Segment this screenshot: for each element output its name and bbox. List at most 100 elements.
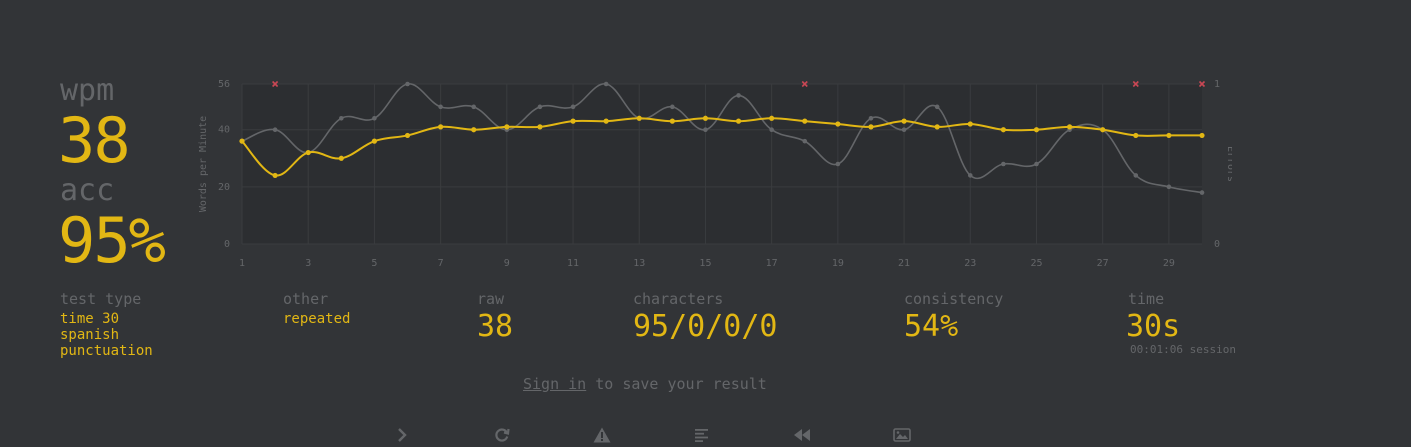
raw-data-point xyxy=(1166,184,1172,190)
restart-test-button[interactable] xyxy=(488,424,516,446)
raw-data-point xyxy=(1034,161,1039,167)
x-tick-label: 29 xyxy=(1163,258,1175,269)
sign-in-prompt: Sign in to save your result xyxy=(523,375,767,393)
align-left-icon xyxy=(695,429,708,442)
raw-data-point xyxy=(802,138,808,144)
x-tick-label: 23 xyxy=(964,258,976,269)
x-tick-label: 25 xyxy=(1030,258,1042,269)
save-screenshot-button[interactable] xyxy=(888,424,916,446)
raw-data-point xyxy=(1133,173,1139,178)
chevron-right-icon xyxy=(398,428,407,442)
wpm-data-point xyxy=(669,118,675,124)
raw-data-point xyxy=(603,81,609,87)
raw-data-point xyxy=(967,173,973,178)
wpm-data-point xyxy=(371,138,378,144)
y-axis-label: Words per Minute xyxy=(198,116,209,212)
x-tick-label: 3 xyxy=(305,258,311,269)
y2-axis-label: Errors xyxy=(1225,146,1232,182)
test-type-mode: time 30 xyxy=(60,311,120,327)
wpm-data-point xyxy=(272,172,278,179)
wpm-data-point xyxy=(802,118,808,124)
wpm-data-point xyxy=(603,118,609,124)
session-time: 00:01:06 session xyxy=(1130,343,1236,356)
next-test-button[interactable] xyxy=(388,424,416,446)
x-tick-label: 7 xyxy=(438,258,444,269)
raw-data-point xyxy=(769,127,774,133)
x-tick-label: 9 xyxy=(504,258,510,269)
other-value: repeated xyxy=(283,311,351,327)
raw-value: 38 xyxy=(477,309,514,344)
wpm-data-point xyxy=(901,118,907,124)
consistency-value: 54% xyxy=(904,309,959,344)
x-tick-label: 1 xyxy=(239,258,245,269)
replay-button[interactable] xyxy=(788,424,816,446)
x-tick-label: 17 xyxy=(766,258,778,269)
wpm-data-point xyxy=(1000,127,1006,133)
raw-data-point xyxy=(339,115,344,121)
wpm-data-point xyxy=(1066,124,1073,130)
wpm-data-point xyxy=(967,121,973,127)
wpm-label: wpm xyxy=(60,73,115,108)
raw-data-point xyxy=(405,81,410,87)
y2-tick-label: 0 xyxy=(1214,239,1220,250)
raw-data-point xyxy=(1001,161,1006,167)
raw-data-point xyxy=(703,127,708,133)
wpm-data-point xyxy=(1199,132,1205,139)
x-tick-label: 11 xyxy=(567,258,579,269)
x-tick-label: 27 xyxy=(1097,258,1109,269)
x-tick-label: 21 xyxy=(898,258,910,269)
image-icon xyxy=(893,428,911,442)
wpm-data-point xyxy=(305,149,311,156)
test-type-punctuation: punctuation xyxy=(60,343,153,359)
y-tick-label: 56 xyxy=(218,79,230,90)
other-label: other xyxy=(283,290,329,308)
practice-missed-button[interactable] xyxy=(588,424,616,446)
raw-data-point xyxy=(272,127,278,133)
x-tick-label: 5 xyxy=(371,258,377,269)
wpm-value: 38 xyxy=(58,104,131,177)
wpm-data-point xyxy=(570,118,576,124)
wpm-data-point xyxy=(239,138,245,144)
time-label: time xyxy=(1128,290,1165,308)
acc-label: acc xyxy=(60,173,115,208)
x-tick-label: 13 xyxy=(633,258,645,269)
characters-value: 95/0/0/0 xyxy=(633,309,778,344)
wpm-data-point xyxy=(769,115,775,121)
characters-label: characters xyxy=(633,290,724,308)
wpm-data-point xyxy=(835,121,841,127)
wpm-data-point xyxy=(504,124,510,130)
wpm-data-point xyxy=(702,115,709,121)
test-type-language: spanish xyxy=(60,327,120,343)
wpm-data-point xyxy=(868,124,874,130)
sign-in-link[interactable]: Sign in xyxy=(523,375,586,393)
y-tick-label: 20 xyxy=(218,182,230,193)
wpm-chart: 02040561 3 5 7 9 11 13 15 17 19 21 23 25 27 2901Words … xyxy=(198,79,1232,269)
y2-tick-label: 1 xyxy=(1214,79,1220,90)
wpm-data-point xyxy=(1133,132,1139,139)
raw-data-point xyxy=(471,104,477,110)
wpm-data-point xyxy=(934,124,940,130)
raw-data-point xyxy=(570,104,576,110)
time-value: 30s xyxy=(1126,309,1181,344)
wpm-data-point xyxy=(404,132,411,139)
wpm-data-point xyxy=(1033,127,1040,133)
consistency-label: consistency xyxy=(904,290,1004,308)
raw-data-point xyxy=(835,161,841,167)
wpm-data-point xyxy=(471,127,477,133)
x-tick-label: 15 xyxy=(699,258,711,269)
wpm-data-point xyxy=(438,124,444,130)
wpm-data-point xyxy=(636,115,642,121)
wpm-data-point xyxy=(338,155,344,161)
chart-plot-area xyxy=(242,84,1202,244)
warning-icon xyxy=(593,427,611,443)
raw-data-point xyxy=(372,115,377,121)
raw-data-point xyxy=(438,104,443,110)
y-tick-label: 40 xyxy=(218,125,230,136)
raw-data-point xyxy=(670,104,675,110)
backward-icon xyxy=(794,429,810,441)
wpm-data-point xyxy=(735,118,742,124)
raw-data-point xyxy=(901,127,907,133)
show-words-history-button[interactable] xyxy=(688,424,716,446)
wpm-data-point xyxy=(1100,127,1106,133)
test-type-label: test type xyxy=(60,290,142,308)
